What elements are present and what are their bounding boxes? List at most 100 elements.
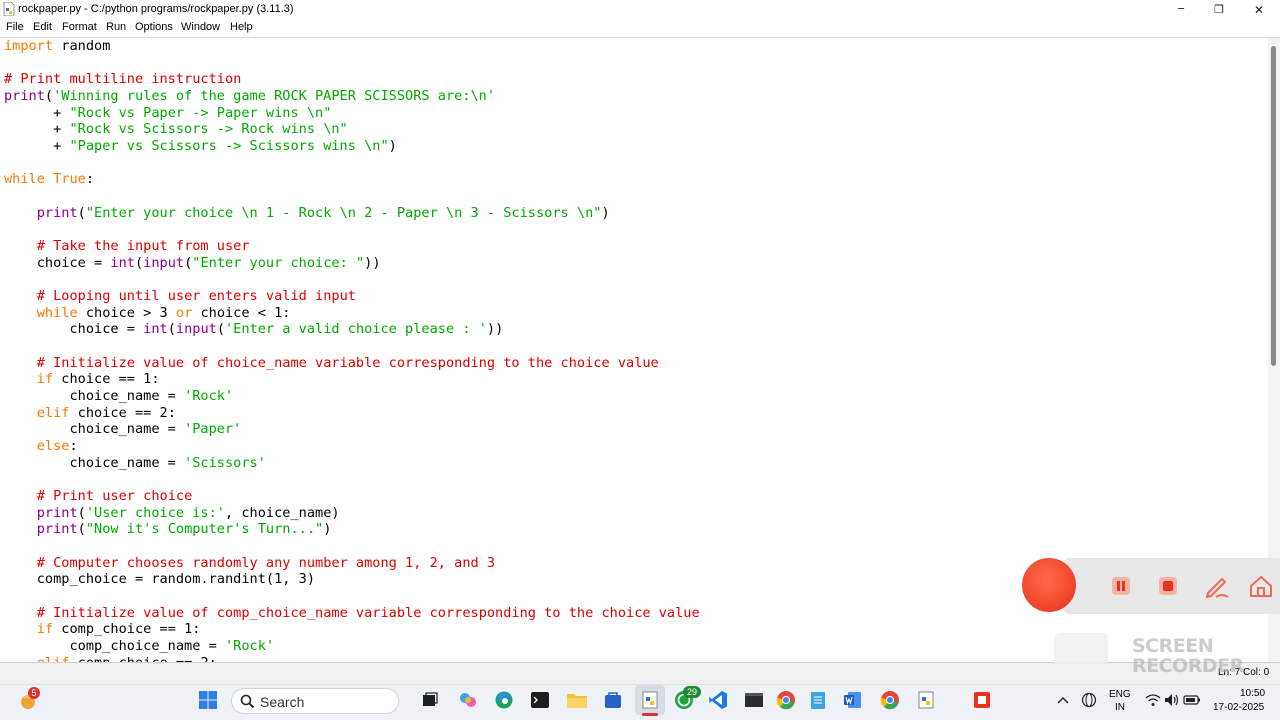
taskbar-task-view[interactable] (418, 688, 442, 712)
code-token: if (36, 621, 54, 638)
menu-file[interactable]: File (6, 21, 24, 33)
code-token: ( (77, 504, 86, 521)
code-line: # Print multiline instruction (4, 71, 241, 88)
taskbar-chrome-profile[interactable] (878, 688, 902, 712)
vscode-icon (709, 691, 727, 709)
scroll-thumb[interactable] (1271, 46, 1276, 366)
code-token: else (36, 438, 70, 455)
code-line: choice = int(input('Enter a valid choice… (4, 321, 503, 338)
pause-button[interactable] (1107, 572, 1135, 600)
menu-window[interactable]: Window (181, 21, 220, 33)
taskbar-terminal[interactable] (528, 688, 552, 712)
record-indicator[interactable] (1022, 558, 1076, 612)
code-line: choice = int(input("Enter your choice: "… (4, 255, 381, 272)
code-token: import (4, 38, 54, 54)
code-line: print('User choice is:', choice_name) (4, 505, 340, 522)
code-line: choice_name = 'Paper' (4, 421, 241, 438)
console-icon (745, 693, 763, 707)
notepad-icon (811, 692, 825, 709)
code-token: while (36, 304, 78, 321)
code-token: choice = (4, 254, 111, 271)
menu-help[interactable]: Help (230, 21, 253, 33)
code-line: elif comp_choice == 2: (4, 655, 217, 662)
code-token: input (143, 254, 185, 271)
close-icon: ✕ (1253, 2, 1265, 17)
maximize-button[interactable]: ❐ (1199, 0, 1239, 19)
chrome-icon (880, 691, 899, 710)
title-bar: rockpaper.py - C:/python programs/rockpa… (0, 0, 1280, 19)
code-token: choice = (4, 321, 144, 338)
taskbar-word[interactable] (841, 688, 865, 712)
code-line: choice_name = 'Scissors' (4, 454, 265, 472)
code-token: ) (323, 521, 332, 538)
show-hidden-icons[interactable] (1051, 688, 1075, 712)
taskbar-python-shell[interactable] (914, 688, 938, 712)
taskbar-console[interactable] (742, 688, 766, 712)
terminal-icon (531, 692, 549, 708)
copilot-icon (460, 693, 476, 707)
search-icon (240, 694, 255, 709)
code-token: # Print multiline instruction (4, 71, 242, 88)
code-token: comp_choice_name = (4, 638, 225, 655)
search-label: Search (260, 694, 305, 710)
taskbar-search[interactable]: Search (231, 688, 399, 714)
taskbar-edge[interactable] (492, 688, 516, 712)
taskbar-chrome[interactable] (774, 688, 798, 712)
menu-format[interactable]: Format (62, 21, 97, 33)
close-button[interactable]: ✕ (1239, 0, 1279, 19)
code-token: int (143, 321, 168, 338)
restore-icon: ❐ (1214, 3, 1224, 16)
taskbar-store[interactable] (601, 688, 625, 712)
code-line: print("Enter your choice \n 1 - Rock \n … (4, 205, 610, 222)
code-line: print("Now it's Computer's Turn...") (4, 521, 332, 538)
code-token: # Computer chooses randomly any number a… (36, 554, 496, 571)
weather-badge: 5 (28, 687, 40, 699)
menu-run[interactable]: Run (106, 21, 126, 33)
edge-icon (495, 691, 513, 709)
stop-icon (1159, 577, 1177, 595)
stop-button[interactable] (1154, 572, 1182, 600)
minimize-icon: ─ (1177, 4, 1185, 15)
code-token: print (36, 504, 78, 521)
minimize-button[interactable]: ─ (1161, 0, 1201, 19)
menu-bar: File Edit Format Run Options Window Help (0, 19, 1280, 38)
code-token: choice == 1: (53, 371, 160, 388)
tray-network-status[interactable] (1077, 688, 1101, 712)
code-token: print (36, 521, 78, 538)
python-icon (918, 691, 934, 709)
taskbar-idle-active[interactable] (635, 685, 665, 715)
wifi-icon (1145, 694, 1161, 706)
code-line: comp_choice_name = 'Rock' (4, 638, 274, 655)
start-button[interactable] (196, 688, 220, 712)
folder-icon (567, 694, 587, 708)
home-button[interactable] (1247, 572, 1275, 600)
code-token: choice == 2: (69, 404, 176, 421)
draw-button[interactable] (1203, 572, 1231, 600)
code-token: 'Enter a valid choice please : ' (225, 321, 487, 338)
taskbar-notepad[interactable] (806, 688, 830, 712)
code-token: + (4, 104, 70, 121)
taskbar-recorder[interactable] (970, 688, 994, 712)
menu-edit[interactable]: Edit (33, 21, 52, 33)
code-line: if comp_choice == 1: (4, 621, 201, 638)
pen-icon (1205, 577, 1229, 599)
code-token: "Now it's Computer's Turn..." (85, 521, 324, 538)
code-token: "Rock vs Scissors -> Rock wins \n" (69, 121, 348, 138)
code-token: # Looping until user enters valid input (36, 288, 356, 305)
tray-battery[interactable] (1180, 688, 1204, 712)
code-line: elif choice == 2: (4, 405, 176, 422)
code-line: + "Rock vs Scissors -> Rock wins \n" (4, 121, 348, 138)
python-idle-icon (642, 691, 658, 709)
taskbar-vscode[interactable] (706, 688, 730, 712)
taskbar-file-explorer[interactable] (565, 688, 589, 712)
menu-options[interactable]: Options (135, 21, 173, 33)
code-token: choice_name = (4, 454, 185, 471)
window-title: rockpaper.py - C:/python programs/rockpa… (18, 3, 294, 15)
taskbar-copilot[interactable] (456, 688, 480, 712)
